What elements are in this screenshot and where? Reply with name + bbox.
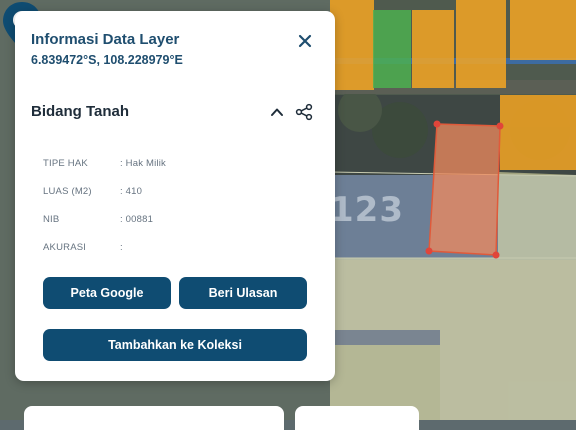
attr-value: : [120, 242, 123, 253]
google-maps-button[interactable]: Peta Google [43, 277, 171, 309]
attr-value: : 410 [120, 186, 143, 197]
attr-key: NIB [43, 214, 60, 225]
share-icon[interactable] [295, 103, 313, 121]
section-title: Bidang Tanah [31, 103, 130, 120]
attr-key: AKURASI [43, 242, 87, 253]
panel-coordinates: 6.839472°S, 108.228979°E [31, 53, 183, 67]
panel-title: Informasi Data Layer [31, 31, 180, 48]
coordinate-bar [24, 406, 284, 430]
parcel-number-label: 123 [330, 190, 404, 230]
attr-value: : 00881 [120, 214, 154, 225]
add-to-collection-button[interactable]: Tambahkan ke Koleksi [43, 329, 307, 361]
info-panel: Informasi Data Layer 6.839472°S, 108.228… [15, 11, 335, 381]
parcel-green [373, 10, 411, 88]
attr-key: LUAS (M2) [43, 186, 92, 197]
chevron-up-icon[interactable] [269, 104, 285, 120]
attr-key: TIPE HAK [43, 158, 88, 169]
selected-parcel [428, 123, 501, 256]
attr-value: : Hak Milik [120, 158, 167, 169]
zoom-indicator [295, 406, 419, 430]
review-button[interactable]: Beri Ulasan [179, 277, 307, 309]
close-icon[interactable] [295, 31, 315, 51]
